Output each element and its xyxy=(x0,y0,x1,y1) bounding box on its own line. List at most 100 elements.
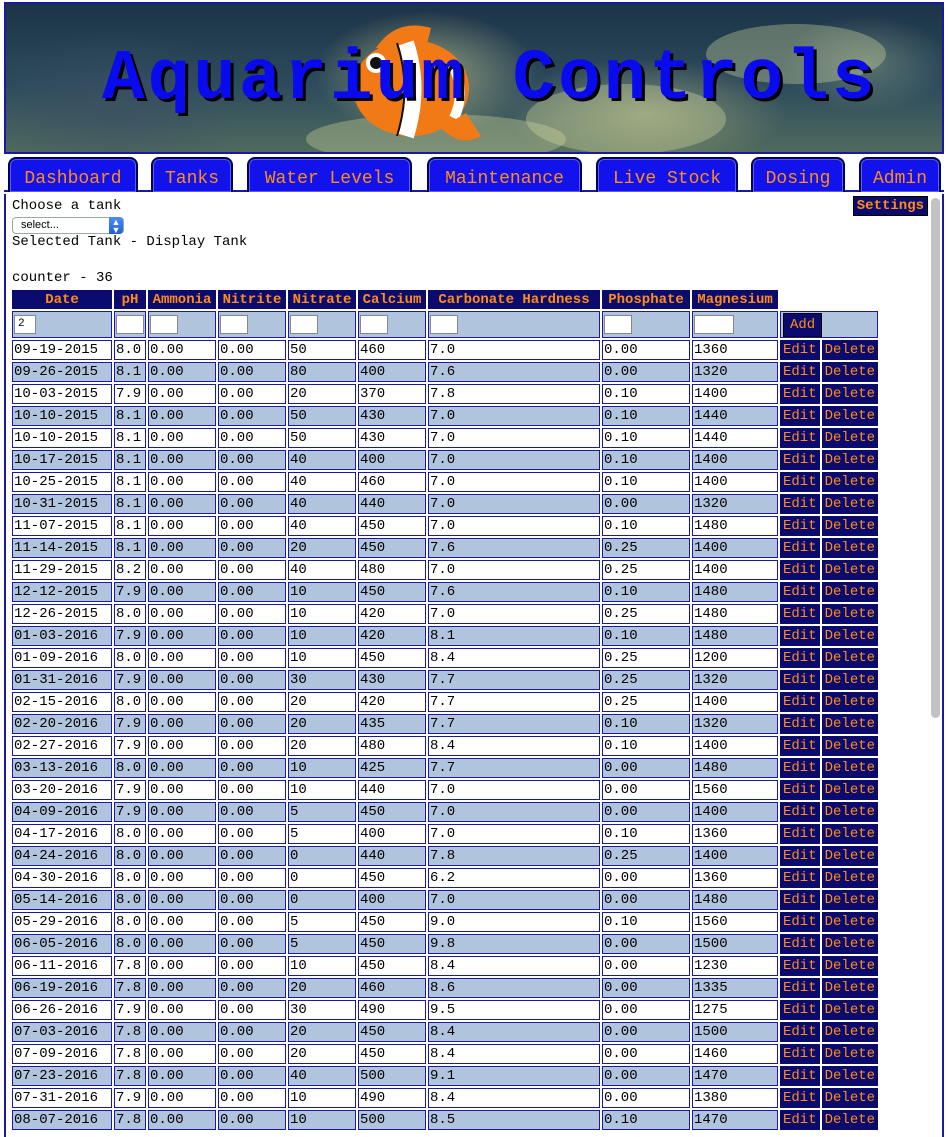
delete-button[interactable]: Delete xyxy=(821,362,879,382)
tab-dashboard[interactable]: Dashboard xyxy=(8,157,138,192)
edit-button[interactable]: Edit xyxy=(780,868,820,888)
delete-cell: Delete xyxy=(821,560,879,580)
delete-button[interactable]: Delete xyxy=(821,1044,879,1064)
edit-button[interactable]: Edit xyxy=(780,428,820,448)
edit-button[interactable]: Edit xyxy=(780,538,820,558)
edit-button[interactable]: Edit xyxy=(780,1088,820,1108)
delete-button[interactable]: Delete xyxy=(821,516,879,536)
table-row: 04-30-2016 8.0 0.00 0.00 0 450 6.2 0.00 1360 Edit… xyxy=(12,868,879,888)
edit-button[interactable]: Edit xyxy=(780,1000,820,1020)
edit-button[interactable]: Edit xyxy=(780,934,820,954)
delete-button[interactable]: Delete xyxy=(821,340,879,360)
edit-button[interactable]: Edit xyxy=(780,582,820,602)
delete-button[interactable]: Delete xyxy=(821,780,879,800)
new-phosphate-input[interactable] xyxy=(604,314,632,334)
edit-button[interactable]: Edit xyxy=(780,978,820,998)
delete-button[interactable]: Delete xyxy=(821,1066,879,1086)
delete-button[interactable]: Delete xyxy=(821,384,879,404)
delete-button[interactable]: Delete xyxy=(821,428,879,448)
delete-button[interactable]: Delete xyxy=(821,692,879,712)
edit-button[interactable]: Edit xyxy=(780,626,820,646)
tab-admin[interactable]: Admin xyxy=(859,157,941,192)
edit-button[interactable]: Edit xyxy=(780,714,820,734)
new-nitrite-input[interactable] xyxy=(220,314,248,334)
edit-button[interactable]: Edit xyxy=(780,472,820,492)
delete-button[interactable]: Delete xyxy=(821,604,879,624)
edit-button[interactable]: Edit xyxy=(780,758,820,778)
delete-button[interactable]: Delete xyxy=(821,560,879,580)
new-calcium-input[interactable] xyxy=(360,314,388,334)
edit-button[interactable]: Edit xyxy=(780,340,820,360)
edit-button[interactable]: Edit xyxy=(780,384,820,404)
delete-button[interactable]: Delete xyxy=(821,1088,879,1108)
delete-button[interactable]: Delete xyxy=(821,758,879,778)
edit-button[interactable]: Edit xyxy=(780,604,820,624)
new-date-input[interactable]: 2 xyxy=(14,314,36,334)
edit-button[interactable]: Edit xyxy=(780,494,820,514)
edit-button[interactable]: Edit xyxy=(780,450,820,470)
edit-button[interactable]: Edit xyxy=(780,692,820,712)
delete-button[interactable]: Delete xyxy=(821,406,879,426)
new-nitrate-input[interactable] xyxy=(290,314,318,334)
new-carbonate-hardness-input[interactable] xyxy=(430,314,458,334)
edit-button[interactable]: Edit xyxy=(780,1110,820,1130)
settings-button[interactable]: Settings xyxy=(852,196,928,216)
delete-button[interactable]: Delete xyxy=(821,956,879,976)
delete-button[interactable]: Delete xyxy=(821,582,879,602)
delete-button[interactable]: Delete xyxy=(821,1000,879,1020)
delete-button[interactable]: Delete xyxy=(821,846,879,866)
edit-button[interactable]: Edit xyxy=(780,802,820,822)
edit-button[interactable]: Edit xyxy=(780,824,820,844)
edit-button[interactable]: Edit xyxy=(780,1066,820,1086)
new-ph-input[interactable] xyxy=(116,314,144,334)
delete-button[interactable]: Delete xyxy=(821,1022,879,1042)
edit-button[interactable]: Edit xyxy=(780,670,820,690)
edit-button[interactable]: Edit xyxy=(780,648,820,668)
new-ammonia-input[interactable] xyxy=(150,314,178,334)
tab-live-stock[interactable]: Live Stock xyxy=(596,157,738,192)
edit-button[interactable]: Edit xyxy=(780,956,820,976)
delete-button[interactable]: Delete xyxy=(821,714,879,734)
delete-button[interactable]: Delete xyxy=(821,934,879,954)
delete-button[interactable]: Delete xyxy=(821,450,879,470)
edit-button[interactable]: Edit xyxy=(780,1044,820,1064)
edit-button[interactable]: Edit xyxy=(780,560,820,580)
edit-button[interactable]: Edit xyxy=(780,516,820,536)
add-button[interactable]: Add xyxy=(783,312,823,337)
delete-button[interactable]: Delete xyxy=(821,1110,879,1130)
edit-button[interactable]: Edit xyxy=(780,362,820,382)
tank-select[interactable]: select... ▲ ▼ xyxy=(12,217,124,235)
tab-dosing[interactable]: Dosing xyxy=(751,157,845,192)
new-magnesium-input[interactable] xyxy=(694,314,734,334)
edit-button[interactable]: Edit xyxy=(780,912,820,932)
edit-cell: Edit xyxy=(780,340,820,360)
delete-button[interactable]: Delete xyxy=(821,670,879,690)
edit-button[interactable]: Edit xyxy=(780,780,820,800)
cell-magnesium: 1230 xyxy=(692,956,778,976)
cell-nitrite: 0.00 xyxy=(218,912,286,932)
delete-button[interactable]: Delete xyxy=(821,868,879,888)
delete-button[interactable]: Delete xyxy=(821,648,879,668)
delete-button[interactable]: Delete xyxy=(821,890,879,910)
cell-calcium: 435 xyxy=(358,714,426,734)
tab-maintenance[interactable]: Maintenance xyxy=(427,157,582,192)
edit-button[interactable]: Edit xyxy=(780,890,820,910)
delete-button[interactable]: Delete xyxy=(821,912,879,932)
delete-button[interactable]: Delete xyxy=(821,626,879,646)
edit-button[interactable]: Edit xyxy=(780,846,820,866)
edit-button[interactable]: Edit xyxy=(780,1022,820,1042)
delete-button[interactable]: Delete xyxy=(821,978,879,998)
delete-button[interactable]: Delete xyxy=(821,824,879,844)
delete-button[interactable]: Delete xyxy=(821,802,879,822)
tab-water-levels[interactable]: Water Levels xyxy=(247,157,412,192)
delete-button[interactable]: Delete xyxy=(821,538,879,558)
edit-button[interactable]: Edit xyxy=(780,406,820,426)
edit-button[interactable]: Edit xyxy=(780,736,820,756)
delete-button[interactable]: Delete xyxy=(821,494,879,514)
cell-calcium: 460 xyxy=(358,978,426,998)
delete-button[interactable]: Delete xyxy=(821,472,879,492)
delete-button[interactable]: Delete xyxy=(821,736,879,756)
tab-tanks[interactable]: Tanks xyxy=(151,157,233,192)
cell-ph: 7.8 xyxy=(114,1110,146,1130)
vertical-scrollbar[interactable] xyxy=(931,198,940,718)
